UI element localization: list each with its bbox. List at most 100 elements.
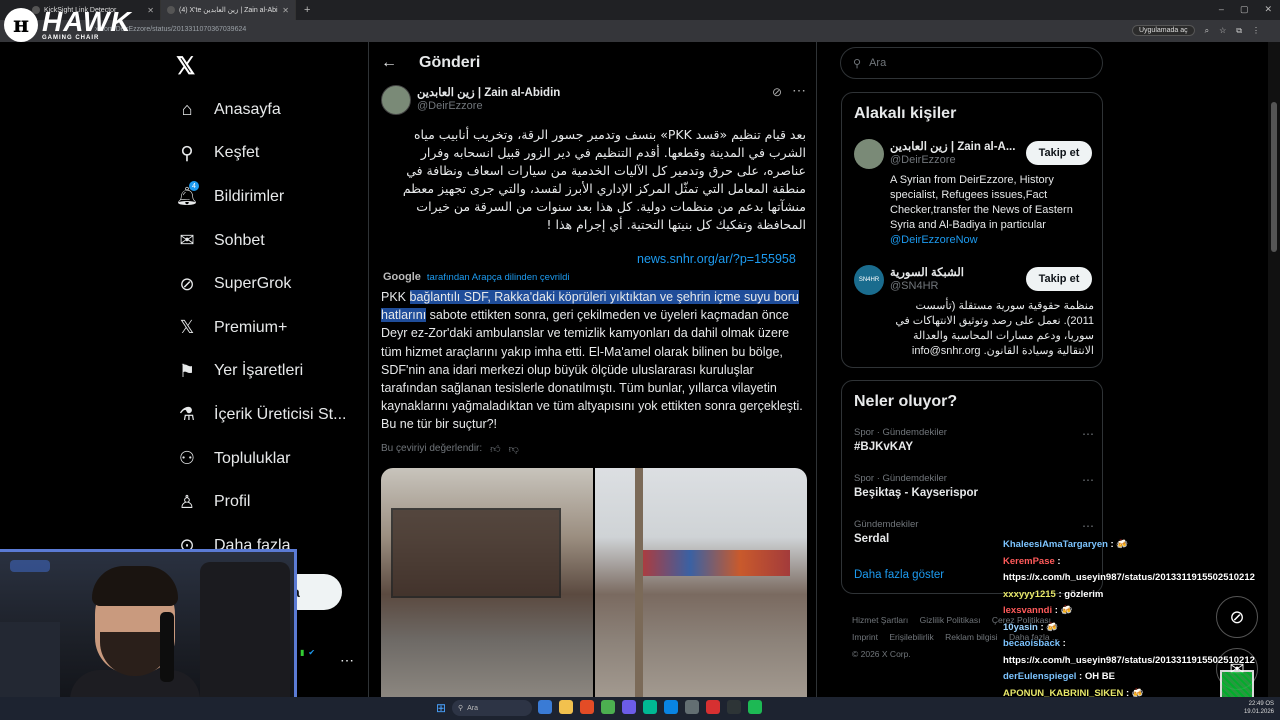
footer-link[interactable]: Hizmet Şartları	[852, 615, 908, 625]
webcam-light	[10, 560, 50, 572]
tab-close-icon[interactable]: ✕	[147, 6, 154, 15]
footer-link[interactable]: Reklam bilgisi	[945, 632, 997, 642]
panel-title: Neler oluyor?	[854, 393, 958, 410]
browser-tab-active[interactable]: (4) X'te زين العابدين | Zain al-Abi ✕	[161, 0, 296, 20]
nav-label: SuperGrok	[214, 275, 292, 293]
communities-icon: ⚇	[178, 448, 196, 469]
hawk-bird-icon: ʜ	[4, 8, 38, 42]
scrollbar-thumb[interactable]	[1271, 102, 1277, 252]
chat-line: KhaleesiAmaTargaryen : 🍻	[1003, 537, 1273, 554]
account-more-icon[interactable]: ⋯	[340, 652, 354, 669]
window-controls: – ▢ ✕	[1219, 4, 1272, 15]
nav-item-creator-studio[interactable]: ⚗ İçerik Üreticisi St...	[176, 393, 356, 437]
minimize-button[interactable]: –	[1219, 4, 1224, 15]
bookmark-star-icon[interactable]: ☆	[1219, 26, 1226, 35]
avatar[interactable]: SN4HR	[854, 265, 884, 295]
author-avatar[interactable]	[381, 85, 411, 115]
chat-line: 10yasin : 🍻	[1003, 620, 1273, 637]
tab-close-icon[interactable]: ✕	[282, 6, 289, 15]
trend-more-icon[interactable]: ⋯	[1082, 519, 1094, 533]
person-bio: منظمة حقوقية سورية مستقلة (تأسست 2011). …	[895, 300, 1094, 357]
menu-icon[interactable]: ⋮	[1252, 26, 1260, 35]
chat-message: https://x.com/h_useyin987/status/2013311…	[1003, 572, 1255, 583]
footer-link[interactable]: Gizlilik Politikası	[920, 615, 981, 625]
trend-more-icon[interactable]: ⋯	[1082, 473, 1094, 487]
taskbar-apps	[538, 700, 762, 714]
grok-icon[interactable]: ⊘	[772, 85, 782, 99]
nav-item-premium[interactable]: 𝕏 Premium+	[176, 306, 356, 350]
taskbar-app-icon[interactable]	[664, 700, 678, 714]
new-tab-icon[interactable]: +	[296, 4, 318, 16]
person-handle[interactable]: @SN4HR	[890, 280, 938, 292]
follow-button[interactable]: Takip et	[1026, 267, 1092, 291]
avatar[interactable]	[854, 139, 884, 169]
post-image-damaged-yard[interactable]	[595, 468, 807, 698]
nav-item-profile[interactable]: ♙ Profil	[176, 480, 356, 524]
taskbar-clock[interactable]: 22:49 OS 19.01.2026	[1244, 700, 1274, 716]
taskbar-app-icon[interactable]	[559, 700, 573, 714]
chat-user: xxxyyy1215	[1003, 588, 1056, 600]
person-name[interactable]: زين العابدين | Zain al-A...	[890, 139, 1030, 153]
nav-item-chat[interactable]: ✉ Sohbet	[176, 219, 356, 263]
trend-item[interactable]: Spor · Gündemdekiler Beşiktaş - Kayseris…	[854, 473, 1094, 499]
person-card[interactable]: SN4HR الشبكة السورية @SN4HR Takip et منظ…	[854, 265, 1094, 365]
taskbar-app-icon[interactable]	[601, 700, 615, 714]
nav-item-explore[interactable]: ⚲ Keşfet	[176, 132, 356, 176]
chat-message: : 🍻	[1107, 539, 1129, 550]
back-arrow-icon[interactable]: ←	[381, 54, 397, 72]
panel-title: Alakalı kişiler	[854, 105, 957, 122]
search-input[interactable]: ⚲ Ara	[840, 47, 1103, 79]
taskbar-app-icon[interactable]	[643, 700, 657, 714]
author-handle[interactable]: @DeirEzzore	[417, 100, 483, 112]
taskbar-app-icon[interactable]	[685, 700, 699, 714]
taskbar-app-icon[interactable]	[580, 700, 594, 714]
follow-button[interactable]: Takip et	[1026, 141, 1092, 165]
nav-item-home[interactable]: ⌂ Anasayfa	[176, 88, 356, 132]
nav-label: Profil	[214, 493, 251, 511]
nav-item-communities[interactable]: ⚇ Topluluklar	[176, 437, 356, 481]
footer-link[interactable]: Erişilebilirlik	[889, 632, 933, 642]
nav-item-bookmarks[interactable]: ⚑ Yer İşaretleri	[176, 350, 356, 394]
person-card[interactable]: زين العابدين | Zain al-A... @DeirEzzore …	[854, 139, 1094, 259]
trend-more-icon[interactable]: ⋯	[1082, 427, 1094, 441]
trend-name: #BJKvKAY	[854, 441, 914, 453]
close-window-button[interactable]: ✕	[1264, 4, 1272, 15]
taskbar-app-icon[interactable]	[748, 700, 762, 714]
translation-source[interactable]: tarafından Arapça dilinden çevrildi	[427, 272, 570, 283]
bio-mention[interactable]: @DeirEzzoreNow	[890, 234, 978, 246]
nav-label: Anasayfa	[214, 100, 281, 118]
open-in-app-button[interactable]: Uygulamada aç	[1131, 25, 1195, 36]
person-name[interactable]: الشبكة السورية	[890, 265, 1030, 279]
nav-item-supergrok[interactable]: ⊘ SuperGrok	[176, 262, 356, 306]
taskbar-app-icon[interactable]	[727, 700, 741, 714]
x-logo-icon[interactable]: 𝕏	[176, 52, 195, 81]
maximize-button[interactable]: ▢	[1240, 4, 1249, 15]
post-image-burned-trucks[interactable]	[381, 468, 593, 698]
chat-line: https://x.com/h_useyin987/status/2013311…	[1003, 653, 1273, 670]
zoom-icon[interactable]: ⌕	[1205, 26, 1209, 36]
chat-message: : 🍻	[1052, 605, 1073, 616]
post-link[interactable]: news.snhr.org/ar/?p=155958	[637, 252, 796, 266]
address-bar-actions: Uygulamada aç ⌕ ☆ ⧉ ⋮	[1131, 25, 1260, 36]
translation-part: PKK	[381, 290, 410, 304]
thumbs-up-icon[interactable]: 👍︎	[490, 443, 500, 455]
thumbs-down-icon[interactable]: 👎︎	[509, 443, 519, 455]
chat-user: KhaleesiAmaTargaryen	[1003, 539, 1108, 550]
taskbar-search[interactable]: ⚲ Ara	[452, 700, 532, 716]
author-name[interactable]: زين العابدين | Zain al-Abidin	[417, 85, 560, 99]
trend-item[interactable]: Spor · Gündemdekiler #BJKvKAY ⋯	[854, 427, 1094, 453]
taskbar-app-icon[interactable]	[706, 700, 720, 714]
person-handle[interactable]: @DeirEzzore	[890, 154, 956, 166]
post-header: ← Gönderi	[369, 42, 818, 84]
taskbar-app-icon[interactable]	[622, 700, 636, 714]
show-more-link[interactable]: Daha fazla göster	[854, 569, 944, 581]
rate-translation: Bu çeviriyi değerlendir: 👍︎ 👎︎	[381, 443, 519, 455]
extensions-icon[interactable]: ⧉	[1236, 26, 1242, 36]
taskbar-search-label: Ara	[467, 704, 479, 712]
nav-item-notifications[interactable]: 🔔︎ 4 Bildirimler	[176, 175, 356, 219]
footer-link[interactable]: Imprint	[852, 632, 878, 642]
post-more-icon[interactable]: ⋯	[792, 82, 806, 99]
windows-start-icon[interactable]: ⊞	[436, 701, 446, 715]
taskbar-app-icon[interactable]	[538, 700, 552, 714]
translation-note: Google tarafından Arapça dilinden çevril…	[383, 271, 569, 283]
